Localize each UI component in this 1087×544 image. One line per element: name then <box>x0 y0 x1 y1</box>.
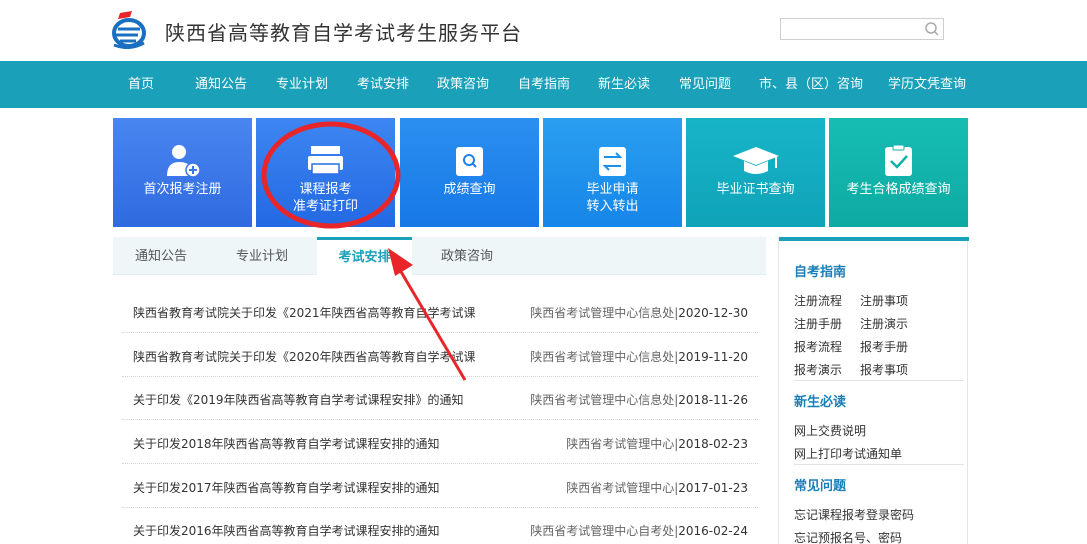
news-title[interactable]: 关于印发2018年陕西省高等教育自学考试课程安排的通知 <box>133 435 440 452</box>
news-title[interactable]: 关于印发2017年陕西省高等教育自学考试课程安排的通知 <box>133 479 440 496</box>
search-clipboard-icon <box>456 147 483 176</box>
tab-notices[interactable]: 通知公告 <box>113 237 209 275</box>
sidebar-link[interactable]: 忘记预报名号、密码 <box>794 529 902 544</box>
nav-item-notices[interactable]: 通知公告 <box>195 61 247 108</box>
sidebar-link[interactable]: 报考事项 <box>860 361 908 378</box>
news-date: 2018-02-23 <box>678 437 748 451</box>
sidebar-link[interactable]: 报考手册 <box>860 338 908 355</box>
news-date: 2018-11-26 <box>678 393 748 407</box>
tile-first-registration[interactable]: 首次报考注册 <box>113 118 252 227</box>
highlight-ellipse <box>261 121 401 229</box>
tile-label: 首次报考注册 <box>143 182 222 197</box>
news-date: 2016-02-24 <box>678 524 748 538</box>
sidebar-link[interactable]: 网上打印考试通知单 <box>794 445 902 462</box>
tile-label: 毕业申请 <box>586 182 639 197</box>
sidebar-link[interactable]: 注册演示 <box>860 315 908 332</box>
sidebar-divider <box>794 380 964 381</box>
news-source: 陕西省考试管理中心自考处 <box>530 524 675 538</box>
news-date: 2020-12-30 <box>678 306 748 320</box>
nav-item-policy[interactable]: 政策咨询 <box>437 61 489 108</box>
main-nav: 首页 通知公告 专业计划 考试安排 政策咨询 自考指南 新生必读 常见问题 市、… <box>0 61 1087 108</box>
news-source: 陕西省考试管理中心信息处 <box>530 393 675 407</box>
tile-label: 考生合格成绩查询 <box>846 182 951 197</box>
sidebar-guide-title[interactable]: 自考指南 <box>794 261 846 280</box>
logo-icon[interactable] <box>110 9 148 49</box>
news-row[interactable]: 关于印发2018年陕西省高等教育自学考试课程安排的通知 陕西省考试管理中心|20… <box>122 421 758 464</box>
sidebar-link[interactable]: 报考演示 <box>794 361 842 378</box>
news-source: 陕西省考试管理中心信息处 <box>530 350 675 364</box>
sidebar-faq-title[interactable]: 常见问题 <box>794 475 846 494</box>
search-input[interactable] <box>780 18 923 40</box>
news-source: 陕西省考试管理中心信息处 <box>530 306 675 320</box>
search-button[interactable] <box>922 18 944 40</box>
sidebar-accent-bar <box>779 237 969 241</box>
nav-item-major-plan[interactable]: 专业计划 <box>276 61 328 108</box>
search-icon <box>925 22 939 36</box>
sidebar-divider <box>794 464 964 465</box>
user-add-icon <box>167 145 201 178</box>
news-date: 2019-11-20 <box>678 350 748 364</box>
sidebar-link[interactable]: 忘记课程报考登录密码 <box>794 506 914 523</box>
graduation-cap-icon <box>733 147 779 174</box>
news-date: 2017-01-23 <box>678 481 748 495</box>
nav-item-faq[interactable]: 常见问题 <box>679 61 731 108</box>
tile-graduation-transfer[interactable]: 毕业申请 转入转出 <box>543 118 682 227</box>
news-source: 陕西省考试管理中心 <box>566 481 675 495</box>
nav-item-exam-schedule[interactable]: 考试安排 <box>357 61 409 108</box>
news-title[interactable]: 关于印发《2019年陕西省高等教育自学考试课程安排》的通知 <box>133 391 464 408</box>
news-row[interactable]: 关于印发2016年陕西省高等教育自学考试课程安排的通知 陕西省考试管理中心自考处… <box>122 508 758 544</box>
site-title: 陕西省高等教育自学考试考生服务平台 <box>165 21 522 45</box>
tab-major-plan[interactable]: 专业计划 <box>214 237 310 275</box>
annotation-arrow-icon <box>388 248 467 381</box>
checklist-icon <box>885 144 912 176</box>
sidebar-link[interactable]: 注册手册 <box>794 315 842 332</box>
nav-item-county-consult[interactable]: 市、县（区）咨询 <box>759 61 863 108</box>
nav-item-diploma-query[interactable]: 学历文凭查询 <box>888 61 966 108</box>
news-row[interactable]: 关于印发2017年陕西省高等教育自学考试课程安排的通知 陕西省考试管理中心|20… <box>122 465 758 508</box>
nav-item-freshman[interactable]: 新生必读 <box>598 61 650 108</box>
sidebar-link[interactable]: 注册流程 <box>794 292 842 309</box>
tile-score-query[interactable]: 成绩查询 <box>400 118 539 227</box>
tile-label: 成绩查询 <box>443 182 496 197</box>
sidebar: 自考指南 注册流程 注册事项 注册手册 注册演示 报考流程 报考手册 报考演示 … <box>778 237 969 544</box>
sidebar-link[interactable]: 注册事项 <box>860 292 908 309</box>
sidebar-link[interactable]: 报考流程 <box>794 338 842 355</box>
tile-label: 毕业证书查询 <box>716 182 795 197</box>
transfer-icon <box>599 147 626 176</box>
tile-qualified-score-query[interactable]: 考生合格成绩查询 <box>829 118 968 227</box>
tile-diploma-query[interactable]: 毕业证书查询 <box>686 118 825 227</box>
sidebar-link[interactable]: 网上交费说明 <box>794 422 866 439</box>
news-source: 陕西省考试管理中心 <box>566 437 675 451</box>
tile-label-secondary: 转入转出 <box>586 199 639 214</box>
nav-item-guide[interactable]: 自考指南 <box>518 61 570 108</box>
sidebar-freshman-title[interactable]: 新生必读 <box>794 391 846 410</box>
site-header: 陕西省高等教育自学考试考生服务平台 <box>0 0 1087 61</box>
news-title[interactable]: 关于印发2016年陕西省高等教育自学考试课程安排的通知 <box>133 522 440 539</box>
nav-item-home[interactable]: 首页 <box>128 61 154 108</box>
